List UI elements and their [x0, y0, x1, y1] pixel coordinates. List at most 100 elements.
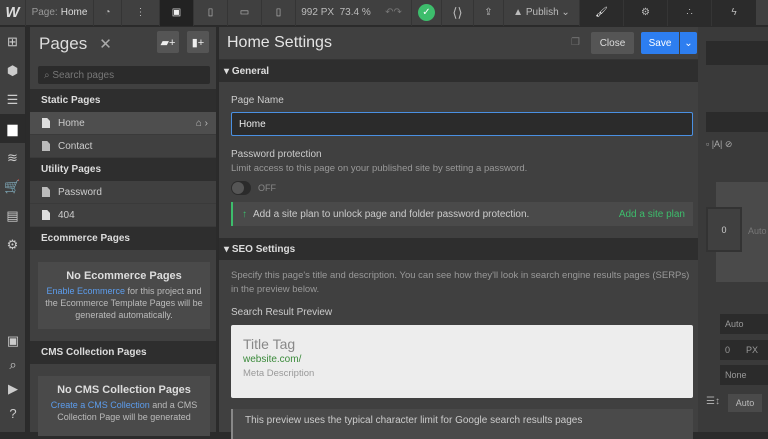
section-label: SEO Settings [231, 243, 296, 255]
preview-note: This preview uses the typical character … [231, 409, 693, 439]
home-chevron-icon[interactable]: ⌂ › [196, 118, 208, 129]
publish-label: Publish [525, 7, 559, 18]
site-plan-notice: ↑ Add a site plan to unlock page and fold… [231, 202, 693, 226]
desktop-breakpoint-icon[interactable]: ▣ [160, 0, 194, 26]
general-section-header[interactable]: ▾ General [219, 60, 698, 82]
overflow-select[interactable]: None [720, 365, 768, 385]
page-item-contact[interactable]: Contact [30, 135, 216, 158]
search-placeholder: Search pages [52, 69, 115, 81]
help-icon[interactable]: ? [0, 401, 26, 425]
export-icon[interactable]: ⇪ [474, 0, 504, 26]
section-label: General [231, 65, 270, 77]
height-icon: ☰↕ [706, 396, 720, 407]
ecommerce-pages-header: Ecommerce Pages [30, 227, 216, 250]
search-pages-input[interactable]: ⌕ Search pages [38, 66, 210, 84]
page-icon [42, 141, 50, 151]
size-value: 0 [725, 345, 731, 355]
add-site-plan-link[interactable]: Add a site plan [619, 209, 685, 220]
navigator-icon[interactable]: ☰ [0, 85, 25, 114]
lightning-icon[interactable]: ϟ [712, 0, 756, 26]
pages-icon[interactable]: ▆ [0, 114, 25, 143]
duplicate-icon[interactable]: ❐ [571, 37, 580, 48]
ecommerce-empty-state: No Ecommerce Pages Enable Ecommerce for t… [38, 262, 210, 329]
page-name-input[interactable]: Home [231, 112, 693, 136]
status-check-icon: ✓ [412, 0, 442, 26]
notice-text: Add a site plan to unlock page and folde… [253, 208, 530, 220]
add-page-icon[interactable]: ▮+ [187, 31, 209, 53]
page-icon [42, 187, 50, 197]
search-icon[interactable]: ⌕ [0, 353, 26, 377]
box-model: 0 Auto [706, 182, 768, 282]
symbols-cube-icon[interactable]: ⬢ [0, 56, 25, 85]
margin-value[interactable]: Auto [748, 226, 767, 236]
toggle-label: OFF [258, 183, 276, 193]
page-settings-panel: Home Settings ❐ Close Save ⌄ ▾ General P… [218, 27, 698, 439]
close-pages-icon[interactable]: ✕ [99, 35, 112, 53]
interactions-icon[interactable]: ∴ [668, 0, 712, 26]
page-item-password[interactable]: Password [30, 181, 216, 204]
style-field[interactable] [706, 112, 768, 132]
page-name-label: Page Name [231, 95, 284, 106]
selector-field[interactable] [706, 41, 768, 65]
add-icon[interactable]: ⊞ [0, 27, 25, 56]
preview-icon[interactable]: ◔ [94, 0, 122, 26]
preview-label: Search Result Preview [231, 307, 333, 318]
publish-button[interactable]: ▲ Publish ⌄ [504, 0, 580, 26]
left-toolbar: ⊞ ⬢ ☰ ▆ ≋ 🛒 ▤ ⚙ ▣ ⌕ ▶ ? [0, 27, 26, 432]
mobile-icon[interactable]: ▯ [262, 0, 296, 26]
seo-section-header[interactable]: ▾ SEO Settings [219, 238, 698, 260]
create-cms-collection-link[interactable]: Create a CMS Collection [51, 400, 150, 410]
password-label: Password protection [231, 149, 322, 160]
empty-title: No Ecommerce Pages [66, 270, 182, 282]
more-icon[interactable]: ⋮ [122, 0, 160, 26]
assets-icon[interactable]: ▤ [0, 201, 25, 230]
save-button[interactable]: Save [641, 32, 679, 54]
style-brush-icon[interactable]: 🖌 [580, 0, 624, 26]
project-settings-gear-icon[interactable]: ⚙ [0, 230, 25, 259]
seo-description: Specify this page's title and descriptio… [231, 270, 690, 295]
landscape-icon[interactable]: ▭ [228, 0, 262, 26]
canvas-zoom: 73.4 % [339, 7, 371, 18]
size-input[interactable]: 0 PX [720, 340, 768, 360]
webflow-logo[interactable]: W [0, 0, 26, 26]
style-panel: ▫ |A| ⊘ 0 Auto Auto 0 PX None ☰↕ Auto [698, 27, 768, 432]
enable-ecommerce-link[interactable]: Enable Ecommerce [46, 286, 125, 296]
height-auto-button[interactable]: Auto [728, 394, 762, 412]
preview-url: website.com/ [243, 354, 302, 365]
width-input[interactable]: Auto [720, 314, 768, 334]
code-icon[interactable]: ⟨⟩ [442, 0, 474, 26]
cms-empty-state: No CMS Collection Pages Create a CMS Coll… [38, 376, 210, 436]
page-item-404[interactable]: 404 [30, 204, 216, 227]
settings-gear-icon[interactable]: ⚙ [624, 0, 668, 26]
page-label: Contact [58, 140, 93, 152]
utility-pages-header: Utility Pages [30, 158, 216, 181]
top-toolbar: W Page: Home ◔ ⋮ ▣ ▯ ▭ ▯ 992 PX 73.4 % ↶↷… [0, 0, 768, 26]
padding-value[interactable]: 0 [706, 207, 742, 252]
unit: PX [746, 345, 759, 355]
page-item-home[interactable]: Home ⌂ › [30, 112, 216, 135]
settings-title: Home Settings [227, 34, 332, 51]
page-label: Home [58, 117, 85, 129]
frame-icon[interactable]: ▣ [0, 329, 26, 353]
password-description: Limit access to this page on your publis… [231, 163, 528, 174]
page-label: Password [58, 186, 102, 198]
canvas-size: 992 PX 73.4 % [296, 0, 376, 26]
undo-redo-icon[interactable]: ↶↷ [376, 0, 412, 26]
tablet-icon[interactable]: ▯ [194, 0, 228, 26]
add-folder-icon[interactable]: ▰+ [157, 31, 179, 53]
close-button[interactable]: Close [591, 32, 634, 54]
preview-title: Title Tag [243, 336, 296, 352]
ecommerce-cart-icon[interactable]: 🛒 [0, 172, 25, 201]
page-selector[interactable]: Page: Home [26, 0, 94, 26]
video-tutorials-icon[interactable]: ▶ [0, 377, 26, 401]
cms-database-icon[interactable]: ≋ [0, 143, 25, 172]
search-result-preview: Title Tag website.com/ Meta Description [231, 325, 693, 398]
save-options-chevron-icon[interactable]: ⌄ [680, 32, 697, 54]
password-toggle[interactable]: OFF [231, 181, 693, 195]
pages-panel: Pages ✕ ▰+ ▮+ ⌕ Search pages Static Pages… [30, 27, 216, 436]
page-icon [42, 210, 50, 220]
page-icon [42, 118, 50, 128]
display-options-icon[interactable]: ▫ |A| ⊘ [706, 139, 732, 150]
canvas-width: 992 PX [301, 7, 335, 18]
pages-title: Pages [39, 34, 88, 53]
